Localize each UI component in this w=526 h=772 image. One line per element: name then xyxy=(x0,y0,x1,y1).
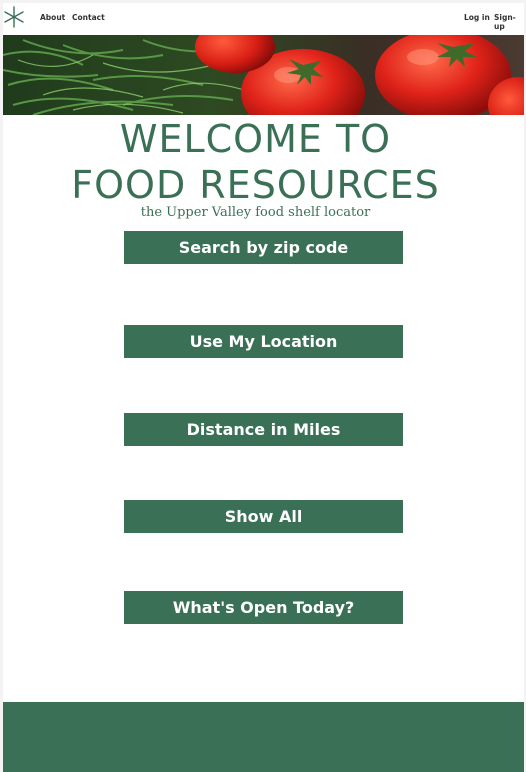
nav-contact-link[interactable]: Contact xyxy=(72,13,105,22)
hero-banner-image xyxy=(3,35,524,115)
vegetables-banner-graphic xyxy=(3,35,524,115)
distance-in-miles-button[interactable]: Distance in Miles xyxy=(124,413,403,446)
nav-about-link[interactable]: About xyxy=(40,13,65,22)
page-frame: About Contact Log in Sign-up WELCOME TO … xyxy=(3,3,524,772)
nav-signup-link[interactable]: Sign-up xyxy=(494,13,524,31)
search-by-zip-button[interactable]: Search by zip code xyxy=(124,231,403,264)
whats-open-today-button[interactable]: What's Open Today? xyxy=(124,591,403,624)
asterisk-logo-icon[interactable] xyxy=(3,6,25,28)
show-all-button[interactable]: Show All xyxy=(124,500,403,533)
footer-bar xyxy=(3,702,524,772)
page-title-line1: WELCOME TO xyxy=(119,117,392,161)
use-my-location-button[interactable]: Use My Location xyxy=(124,325,403,358)
nav-login-link[interactable]: Log in xyxy=(464,13,490,22)
page-title-line2: FOOD RESOURCES xyxy=(71,163,440,207)
top-nav: About Contact Log in Sign-up xyxy=(3,3,524,35)
page-subtitle: the Upper Valley food shelf locator xyxy=(140,205,371,220)
